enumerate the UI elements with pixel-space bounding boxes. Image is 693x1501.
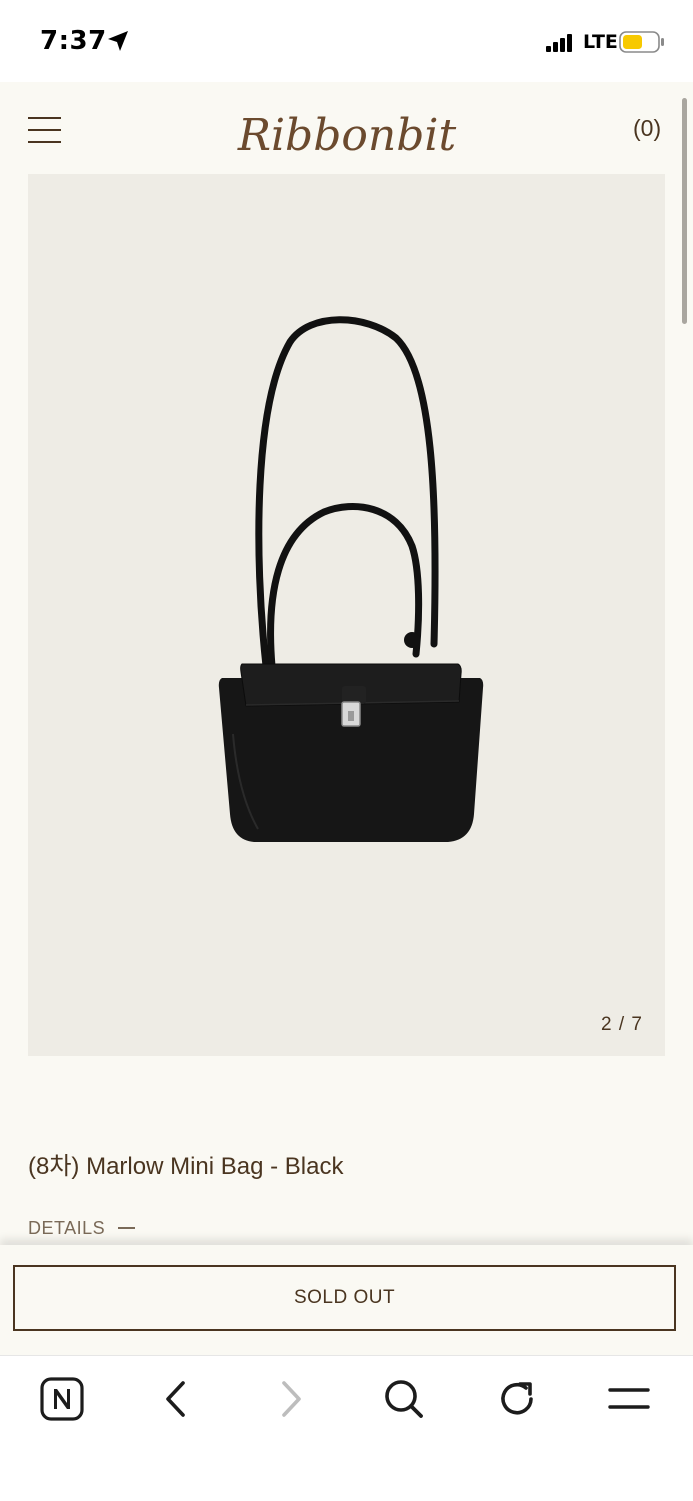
details-toggle[interactable]: DETAILS <box>28 1218 105 1239</box>
refresh-icon[interactable] <box>494 1376 540 1422</box>
sold-out-button[interactable]: SOLD OUT <box>13 1265 676 1331</box>
browser-toolbar <box>0 1355 693 1501</box>
search-icon[interactable] <box>381 1376 427 1422</box>
forward-icon[interactable] <box>268 1376 314 1422</box>
product-image-carousel[interactable]: 2 / 7 <box>28 174 665 1056</box>
details-collapse-icon[interactable] <box>118 1227 135 1229</box>
hamburger-menu-button[interactable] <box>28 117 61 143</box>
back-icon[interactable] <box>153 1376 199 1422</box>
svg-text:Ribbonbit: Ribbonbit <box>237 110 457 161</box>
menu-icon[interactable] <box>606 1376 652 1422</box>
ribbonbit-logo[interactable]: Ribbonbit <box>236 92 458 164</box>
product-bag-image <box>218 316 484 842</box>
image-counter: 2 / 7 <box>601 1014 643 1035</box>
battery-icon <box>619 31 664 53</box>
scrollbar[interactable] <box>682 98 687 324</box>
product-title: (8차) Marlow Mini Bag - Black <box>28 1153 344 1180</box>
location-arrow-icon <box>108 31 128 51</box>
network-type: LTE <box>583 31 618 53</box>
signal-icon <box>546 34 572 52</box>
status-time: 7:37 <box>40 26 107 56</box>
cart-count[interactable]: (0) <box>633 115 661 142</box>
naver-home-icon[interactable] <box>39 1376 85 1422</box>
